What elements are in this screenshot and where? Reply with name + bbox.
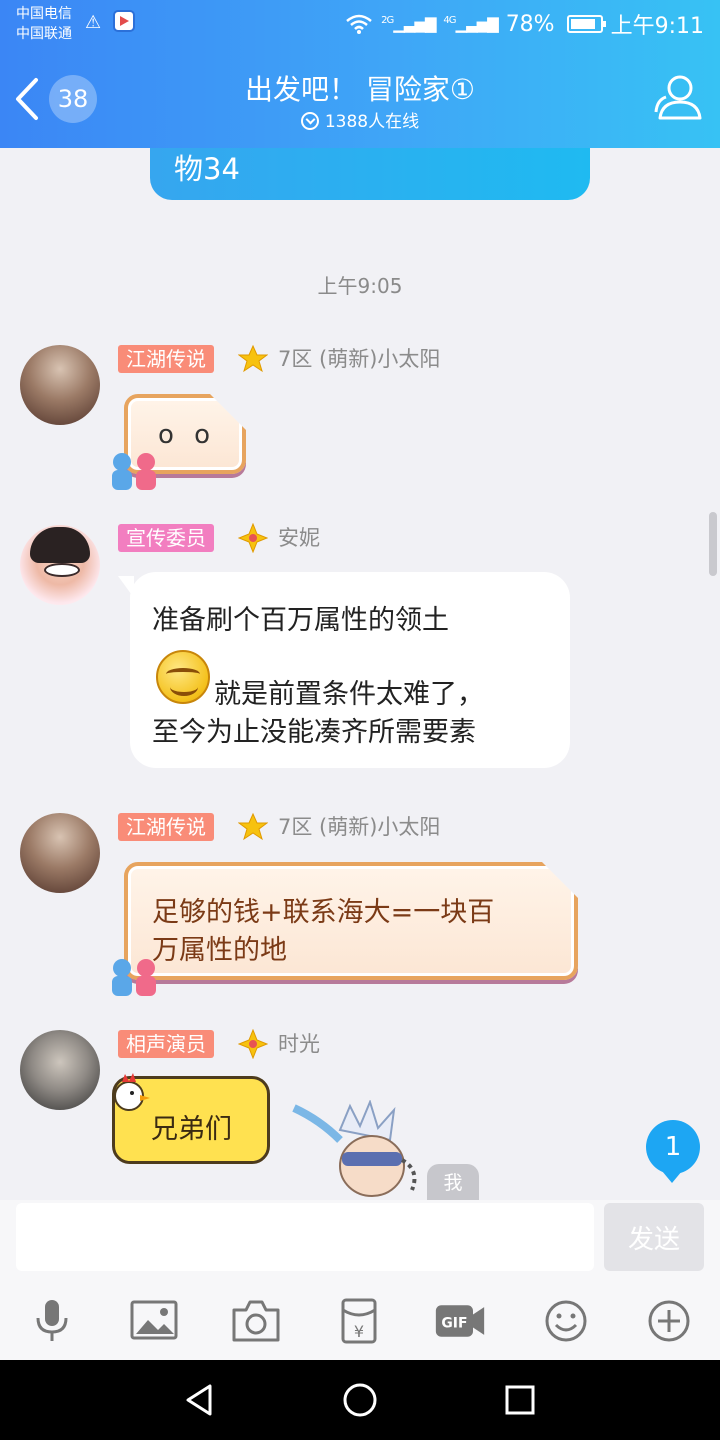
chick-decoration-icon: [114, 1073, 150, 1111]
red-packet-icon[interactable]: ¥: [333, 1298, 385, 1344]
battery-icon: [566, 15, 606, 33]
plus-icon[interactable]: [643, 1298, 695, 1344]
status-right: 2G▁▃▅▇ 4G▁▃▅▇ 78% 上午9:11: [345, 8, 704, 40]
message-timestamp: 上午9:05: [317, 274, 403, 298]
nav-recents-icon[interactable]: [500, 1380, 540, 1420]
signal-2g-icon: 2G▁▃▅▇: [381, 15, 436, 33]
gif-icon[interactable]: GIF: [434, 1298, 486, 1344]
signal-4g-icon: 4G▁▃▅▇: [443, 15, 498, 33]
back-button[interactable]: 38: [12, 72, 102, 128]
chat-area[interactable]: 物34 上午9:05 江湖传说 7区 (萌新)小太阳 o o 宣传委员 安妮 准…: [0, 148, 720, 1200]
message-text: o o: [158, 420, 217, 450]
message-input[interactable]: [16, 1203, 594, 1271]
nav-back-icon[interactable]: [180, 1380, 220, 1420]
wifi-icon: [346, 14, 372, 34]
star-icon: [238, 812, 268, 841]
smile-emoji-icon: [156, 650, 210, 704]
message-text: 至今为止没能凑齐所需要素: [152, 717, 476, 748]
input-toolbar: ¥ GIF: [0, 1284, 720, 1360]
sender-nickname[interactable]: 7区 (萌新)小太阳: [278, 345, 440, 373]
battery-percent: 78%: [505, 11, 555, 37]
bubble-decoration-icon: [112, 959, 156, 996]
online-count[interactable]: 1388人在线: [260, 107, 460, 132]
star-icon: [238, 344, 268, 373]
svg-text:¥: ¥: [354, 1322, 364, 1341]
carrier-info: 中国电信 中国联通: [16, 4, 72, 44]
avatar[interactable]: [20, 813, 100, 893]
message-text: 万属性的地: [152, 935, 287, 966]
previous-message-bubble[interactable]: 物34: [150, 148, 590, 200]
avatar[interactable]: [20, 525, 100, 605]
avatar[interactable]: [20, 1030, 100, 1110]
avatar[interactable]: [20, 345, 100, 425]
emoji-icon[interactable]: [540, 1298, 592, 1344]
member-title-tag: 江湖传说: [118, 813, 214, 841]
mic-icon[interactable]: [26, 1298, 78, 1344]
app-notification-icon: [113, 10, 135, 32]
group-members-button[interactable]: [652, 72, 706, 124]
sender-nickname[interactable]: 7区 (萌新)小太阳: [278, 813, 440, 841]
status-bar: 中国电信 中国联通 ⚠ 2G▁▃▅▇ 4G▁▃▅▇ 78% 上午9:11: [0, 0, 720, 48]
warning-icon: ⚠: [85, 12, 102, 33]
system-nav-bar: [0, 1360, 720, 1440]
image-icon[interactable]: [128, 1298, 180, 1344]
member-title-tag: 江湖传说: [118, 345, 214, 373]
send-button[interactable]: 发送: [604, 1203, 704, 1271]
message-text: 兄弟们: [151, 1114, 232, 1145]
group-title: 出发吧！ 冒险家①: [244, 73, 475, 106]
message-text: 就是前置条件太难了，: [214, 679, 484, 710]
unread-chats-badge: 38: [49, 75, 97, 123]
message-bubble[interactable]: 足够的钱+联系海大=一块百 万属性的地: [124, 862, 578, 980]
diamond-badge-icon: [238, 1029, 268, 1059]
carrier-2: 中国联通: [16, 26, 72, 42]
clock: 上午9:11: [610, 14, 704, 39]
nav-home-icon[interactable]: [340, 1380, 380, 1420]
composer: 发送: [0, 1200, 720, 1284]
member-title-tag: 宣传委员: [118, 524, 214, 552]
chevron-down-icon: [300, 112, 319, 130]
sender-nickname[interactable]: 时光: [278, 1030, 320, 1058]
me-label: 我: [427, 1164, 479, 1200]
bubble-decoration-icon: [112, 453, 156, 490]
carrier-1: 中国电信: [16, 6, 72, 22]
diamond-badge-icon: [238, 523, 268, 553]
camera-icon[interactable]: [230, 1298, 282, 1344]
message-text: 足够的钱+联系海大=一块百: [152, 897, 495, 928]
sender-nickname[interactable]: 安妮: [278, 524, 320, 552]
sticker-image[interactable]: [290, 1100, 430, 1200]
svg-text:GIF: GIF: [441, 1316, 467, 1332]
scrollbar[interactable]: [709, 512, 717, 576]
message-text: 准备刷个百万属性的领土: [152, 605, 449, 636]
member-title-tag: 相声演员: [118, 1030, 214, 1058]
new-message-badge[interactable]: 1: [646, 1120, 700, 1183]
chevron-left-icon: [16, 78, 38, 120]
message-bubble[interactable]: 准备刷个百万属性的领土 就是前置条件太难了， 至今为止没能凑齐所需要素: [130, 572, 570, 768]
